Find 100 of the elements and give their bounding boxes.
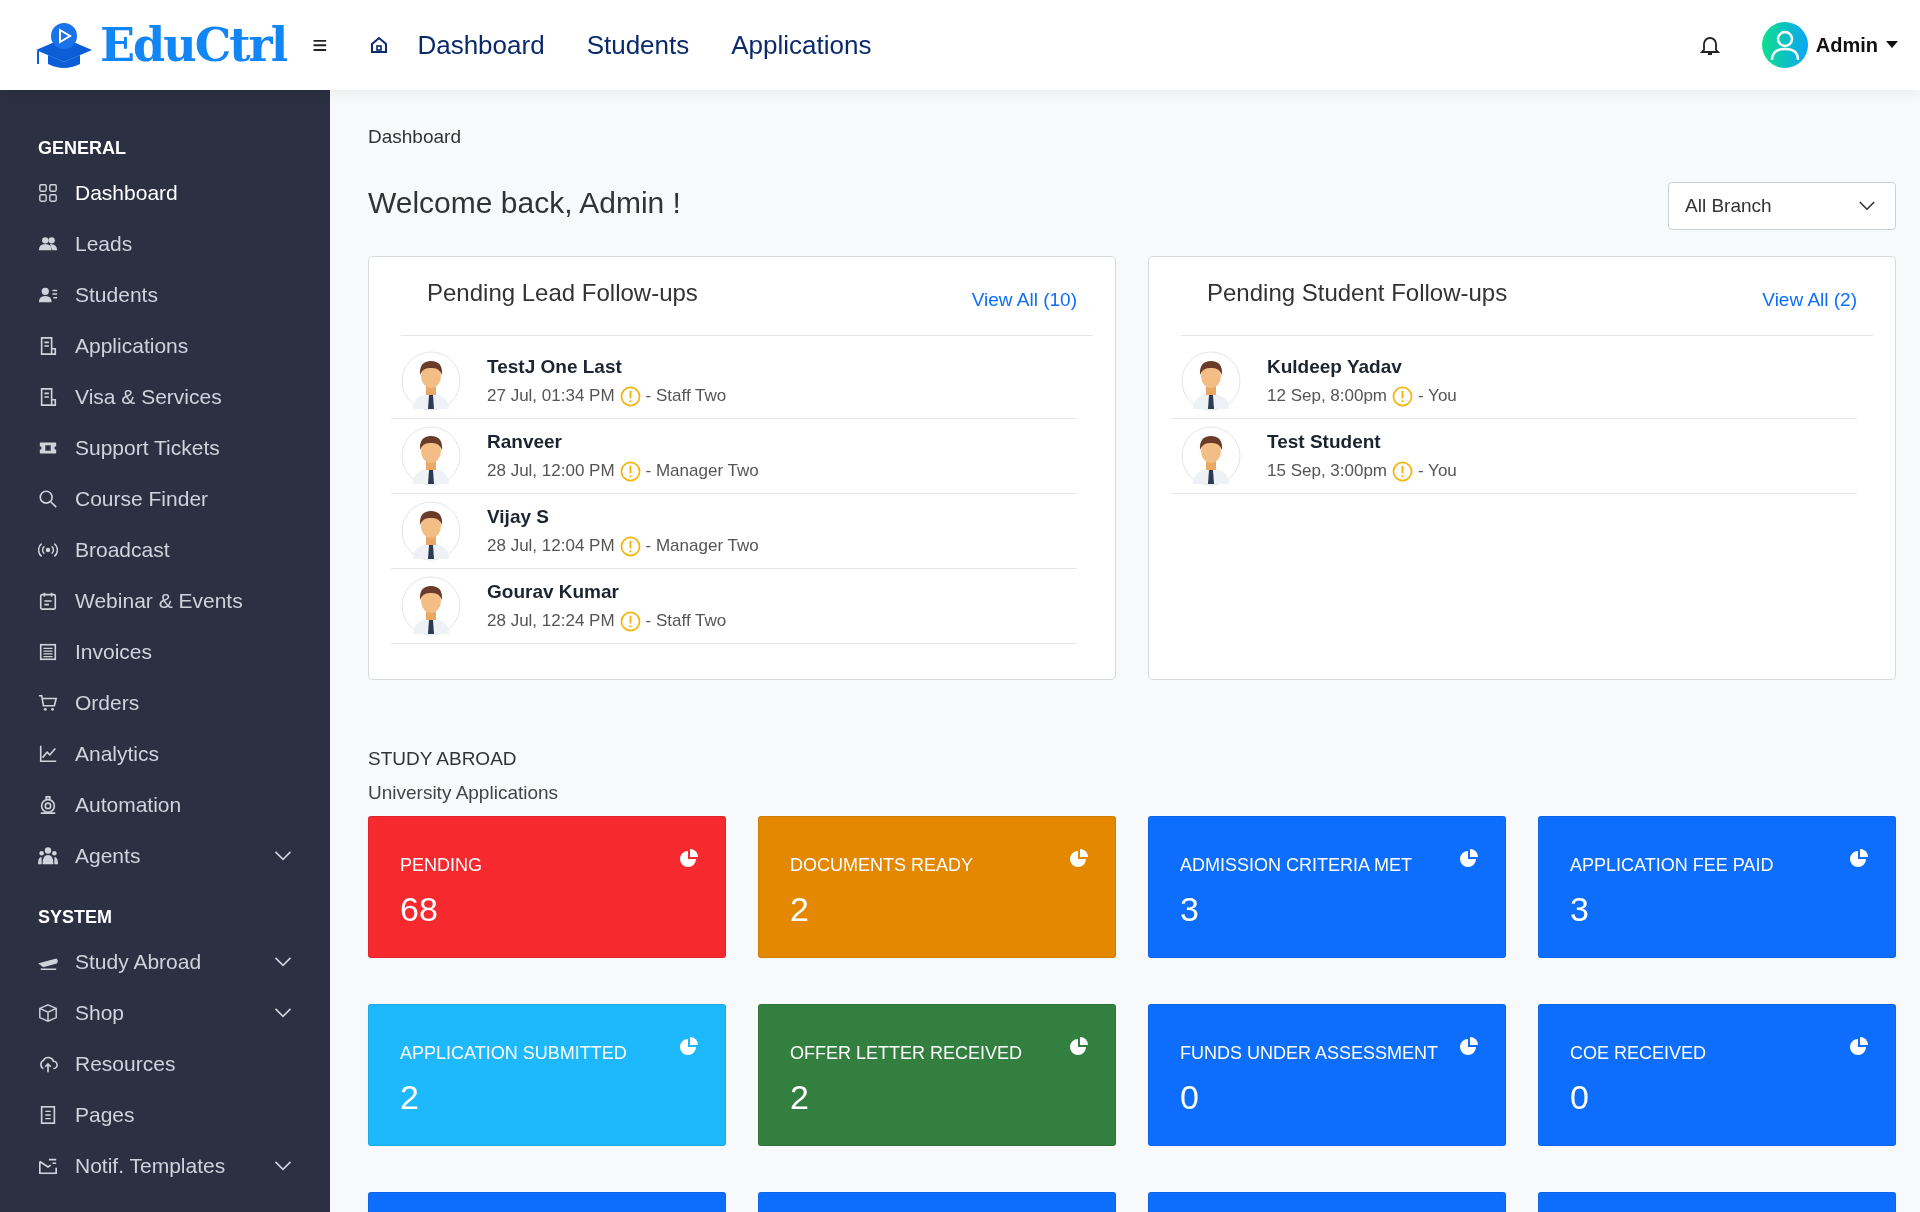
contact-name: Vijay S — [487, 505, 550, 528]
avatar-icon — [1181, 351, 1241, 411]
user-name[interactable]: Admin — [1815, 33, 1878, 57]
pie-chart-icon — [679, 1037, 699, 1056]
document-icon — [38, 335, 58, 356]
sidebar-item[interactable]: Invoices — [38, 626, 330, 677]
caret-icon — [1886, 41, 1898, 49]
group-icon — [38, 845, 58, 866]
avatar-icon — [401, 426, 461, 486]
grid-icon — [38, 182, 58, 203]
contact-name: Kuldeep Yadav — [1267, 355, 1403, 378]
nav-link[interactable]: Applications — [731, 29, 872, 61]
warning-icon — [619, 385, 641, 407]
sidebar-item[interactable]: Resources — [38, 1038, 330, 1089]
section-heading: STUDY ABROAD — [368, 748, 518, 770]
contact-name: TestJ One Last — [487, 355, 623, 378]
nav-link[interactable]: Students — [586, 29, 690, 61]
sidebar-item[interactable]: Visa & Services — [38, 371, 330, 422]
warning-icon — [1392, 460, 1414, 482]
contact-name: Ranveer — [487, 430, 563, 453]
follow-up-time: 28 Jul, 12:04 PM — [487, 536, 615, 556]
assignee: - Staff Two — [645, 611, 727, 631]
section-heading: GENERAL — [38, 138, 127, 159]
pie-chart-icon — [1069, 1037, 1089, 1056]
avatar-icon — [401, 501, 461, 561]
status-card[interactable]: FUNDS UNDER ASSESSMENT 0 — [1148, 1004, 1506, 1146]
welcome-heading: Welcome back, Admin ! — [368, 186, 681, 220]
warning-icon — [1392, 385, 1414, 407]
menu-button[interactable]: ≡ — [308, 29, 332, 61]
card-value: 0 — [1180, 1078, 1200, 1117]
pie-chart-icon — [1459, 1037, 1479, 1056]
contact-name: Gourav Kumar — [487, 580, 620, 603]
breadcrumb: Dashboard — [368, 126, 462, 148]
avatar-icon — [1181, 426, 1241, 486]
card-label: APPLICATION FEE PAID — [1570, 855, 1774, 876]
status-card[interactable]: OFFER LETTER RECEIVED 2 — [758, 1004, 1116, 1146]
status-card[interactable]: APPLICATION FEE PAID 3 — [1538, 816, 1896, 958]
sidebar-item[interactable]: Applications — [38, 320, 330, 371]
card-value: 68 — [400, 890, 439, 929]
follow-up-time: 28 Jul, 12:24 PM — [487, 611, 615, 631]
view-all-link[interactable]: View All (10) — [971, 289, 1077, 311]
card-label: OFFER LETTER RECEIVED — [790, 1043, 1023, 1064]
sidebar-item[interactable]: Study Abroad — [38, 936, 330, 987]
sidebar-item[interactable]: Students — [38, 269, 330, 320]
pie-chart-icon — [679, 849, 699, 868]
card-label: DOCUMENTS READY — [790, 855, 973, 876]
card-value: 2 — [790, 1078, 810, 1117]
status-card[interactable]: COE RECEIVED 0 — [1538, 1004, 1896, 1146]
card-label: FUNDS UNDER ASSESSMENT — [1180, 1043, 1439, 1064]
sidebar-item[interactable]: Broadcast — [38, 524, 330, 575]
chart-icon — [38, 743, 58, 764]
card-title: Pending Lead Follow-ups — [427, 279, 698, 307]
sidebar-item[interactable]: Leads — [38, 218, 330, 269]
sidebar-item[interactable]: Support Tickets — [38, 422, 330, 473]
assignee: - Manager Two — [645, 536, 759, 556]
sidebar-item[interactable]: Course Finder — [38, 473, 330, 524]
sidebar-item[interactable]: Dashboard — [38, 167, 330, 218]
warning-icon — [619, 460, 641, 482]
pie-chart-icon — [1849, 1037, 1869, 1056]
card-value: 3 — [1570, 890, 1590, 929]
sidebar-item[interactable]: Notif. Templates — [38, 1140, 330, 1191]
chevron-down-icon — [1859, 201, 1875, 211]
avatar-icon — [401, 351, 461, 411]
card-value: 2 — [400, 1078, 420, 1117]
status-card[interactable]: PENDING 68 — [368, 816, 726, 958]
pie-chart-icon — [1069, 849, 1089, 868]
section-heading: SYSTEM — [38, 907, 113, 928]
cart-icon — [38, 692, 58, 713]
sidebar-item[interactable]: Agents — [38, 830, 330, 881]
follow-up-time: 15 Sep, 3:00pm — [1267, 461, 1388, 481]
assignee: - Manager Two — [645, 461, 759, 481]
box-icon — [38, 1002, 58, 1023]
sidebar-item[interactable]: Orders — [38, 677, 330, 728]
receipt-icon — [38, 641, 58, 662]
sidebar-item[interactable]: Pages — [38, 1089, 330, 1140]
warning-icon — [619, 610, 641, 632]
sidebar-item[interactable]: Shop — [38, 987, 330, 1038]
avatar-icon — [401, 576, 461, 636]
view-all-link[interactable]: View All (2) — [1762, 289, 1857, 311]
card-title: Pending Student Follow-ups — [1207, 279, 1508, 307]
home-icon[interactable] — [369, 35, 390, 55]
sidebar-item[interactable]: Analytics — [38, 728, 330, 779]
assignee: - You — [1418, 386, 1457, 406]
graduation-cap-icon — [34, 20, 94, 70]
branch-select[interactable]: All Branch — [1668, 182, 1896, 230]
card-value: 3 — [1180, 890, 1200, 929]
nav-link[interactable]: Dashboard — [417, 29, 545, 61]
card-label: APPLICATION SUBMITTED — [400, 1043, 627, 1064]
sidebar-item[interactable]: Webinar & Events — [38, 575, 330, 626]
search-icon — [38, 488, 58, 509]
section-subheading: University Applications — [368, 782, 560, 804]
status-card[interactable]: ADMISSION CRITERIA MET 3 — [1148, 816, 1506, 958]
card-value: 0 — [1570, 1078, 1590, 1117]
card-label: COE RECEIVED — [1570, 1043, 1707, 1064]
document-icon — [38, 386, 58, 407]
card-label: PENDING — [400, 855, 482, 876]
follow-up-time: 28 Jul, 12:00 PM — [487, 461, 615, 481]
pie-chart-icon — [1849, 849, 1869, 868]
sidebar-item[interactable]: Automation — [38, 779, 330, 830]
calendar-icon — [38, 590, 58, 611]
